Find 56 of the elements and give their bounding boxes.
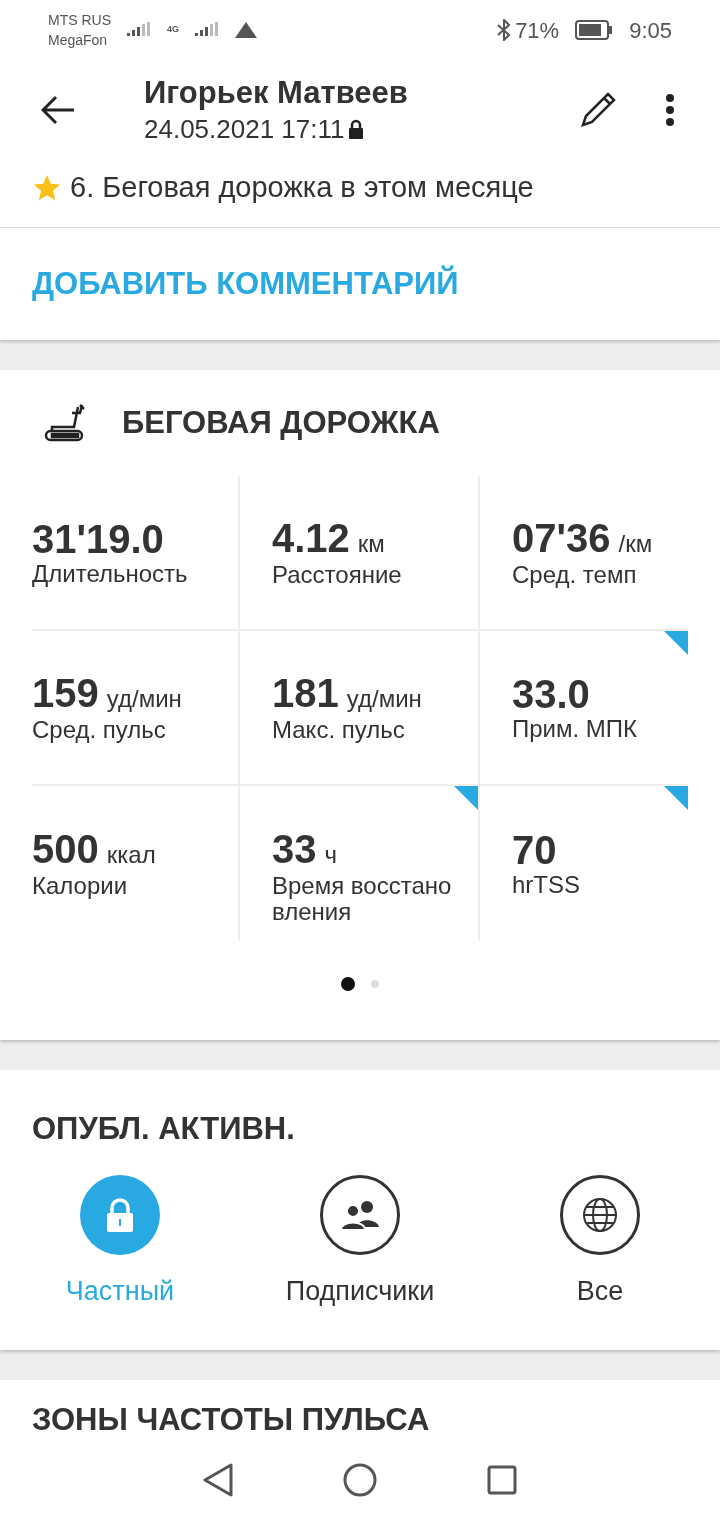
stat-unit: ккал xyxy=(106,839,156,870)
stat-unit: /км xyxy=(618,528,653,559)
stat-label: Макс. пульс xyxy=(272,716,406,745)
stat-unit: уд/мин xyxy=(106,683,182,714)
stat-value: 4.12 xyxy=(272,515,350,560)
stat-unit: ч xyxy=(324,839,337,870)
globe-icon xyxy=(582,1196,618,1233)
signal-icon xyxy=(195,22,219,38)
stat-label: hrTSS xyxy=(512,871,581,900)
network-type: 4G xyxy=(167,23,179,37)
stat-unit: км xyxy=(357,528,385,559)
activity-type-title: БЕГОВАЯ ДОРОЖКА xyxy=(122,403,440,442)
achievement-text: 6. Беговая дорожка в этом месяце xyxy=(70,170,534,206)
carrier-name: MTS RUS xyxy=(48,11,111,30)
stat-label: Расстояние xyxy=(272,561,403,590)
home-circle-icon xyxy=(343,1463,377,1497)
section-title: ЗОНЫ ЧАСТОТЫ ПУЛЬСА xyxy=(32,1401,430,1439)
lock-icon xyxy=(348,119,365,139)
people-icon xyxy=(340,1198,380,1231)
stat-value: 500 xyxy=(32,826,99,871)
stat-value: 181 xyxy=(272,670,339,715)
recents-square-icon xyxy=(487,1465,517,1495)
visibility-option[interactable]: Подписчики xyxy=(240,1174,480,1311)
stat-value: 33 xyxy=(272,826,317,871)
bluetooth-icon xyxy=(497,19,512,41)
carrier-name: MegaFon xyxy=(48,31,109,50)
more-icon xyxy=(665,93,675,127)
stat-label: Сред. пульс xyxy=(32,716,167,745)
stat-value: 70 xyxy=(512,827,557,872)
signal-icon xyxy=(127,22,151,38)
data-triangle-icon xyxy=(235,22,257,38)
stat-value: 159 xyxy=(32,670,99,715)
stat-label: Время восстано вления xyxy=(272,872,453,925)
battery-percent: 71% xyxy=(515,16,560,45)
pencil-icon xyxy=(578,90,618,130)
stat-label: Сред. темп xyxy=(512,561,638,590)
stat-value: 31'19.0 xyxy=(32,516,164,561)
nav-back-button[interactable] xyxy=(203,1463,233,1497)
athlete-name: Игорьек Матвеев xyxy=(144,74,408,112)
stat-value: 07'36 xyxy=(512,515,611,560)
clock: 9:05 xyxy=(629,16,672,45)
stat-unit: уд/мин xyxy=(346,683,422,714)
stat-label: Калории xyxy=(32,872,129,901)
back-triangle-icon xyxy=(203,1463,233,1497)
stat-label: Длительность xyxy=(32,560,189,589)
stat-label: Прим. МПК xyxy=(512,715,639,744)
nav-home-button[interactable] xyxy=(343,1463,377,1497)
nav-recents-button[interactable] xyxy=(487,1465,517,1495)
section-title: ОПУБЛ. АКТИВН. xyxy=(31,1110,296,1148)
stat-value: 33.0 xyxy=(512,671,590,716)
battery-icon xyxy=(575,20,614,40)
activity-datetime: 24.05.2021 17:11 xyxy=(144,113,345,146)
star-icon xyxy=(32,173,62,203)
treadmill-icon xyxy=(44,403,86,443)
visibility-option[interactable]: Все xyxy=(480,1174,720,1311)
back-arrow-icon xyxy=(41,95,75,125)
